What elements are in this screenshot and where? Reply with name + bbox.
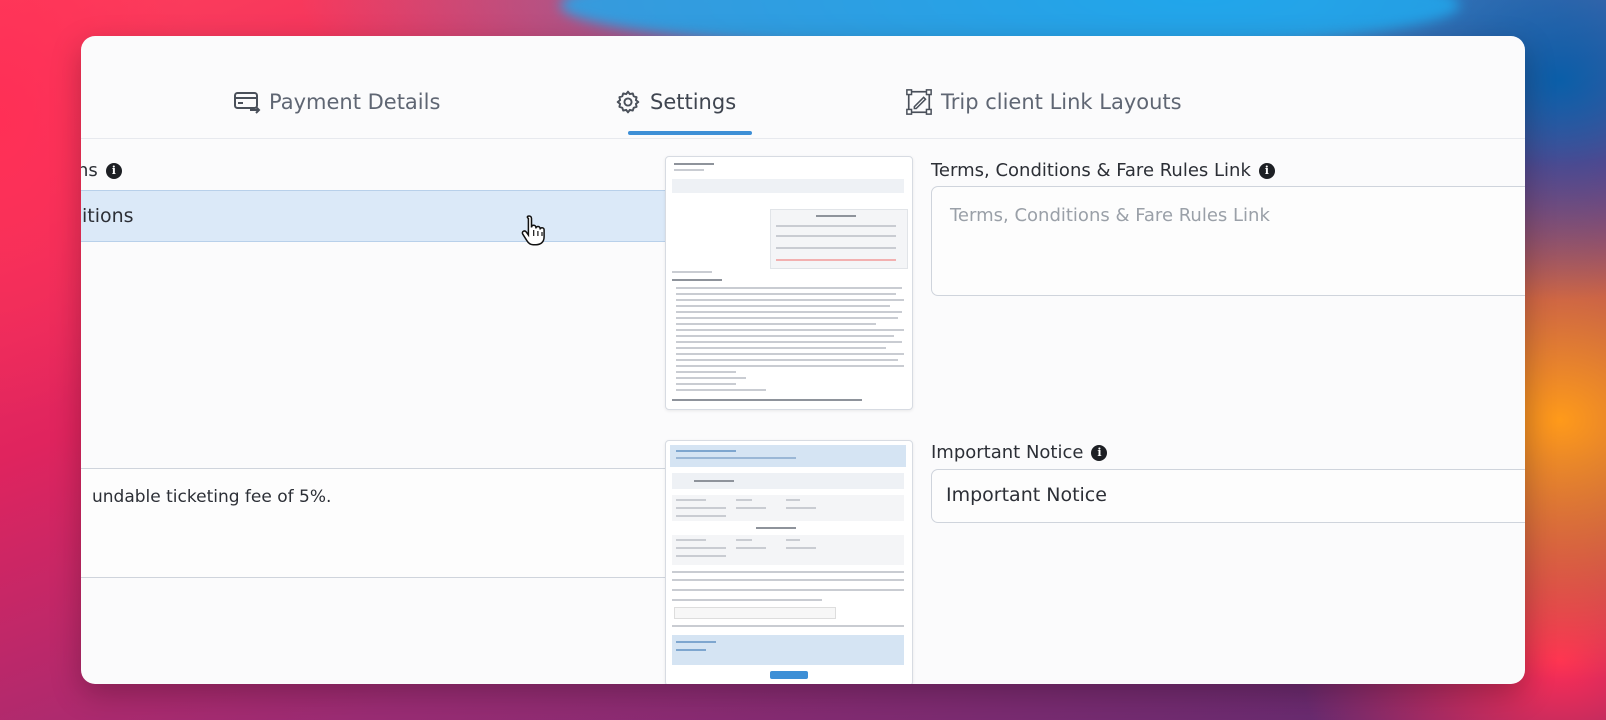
- tab-settings[interactable]: Settings: [614, 88, 736, 116]
- info-icon[interactable]: i: [105, 162, 122, 179]
- settings-card: Payment Details Settings Trip client Lin…: [81, 36, 1525, 684]
- tab-trip-client-link-layouts[interactable]: Trip client Link Layouts: [905, 88, 1182, 116]
- important-notice-label: Important Notice i: [931, 442, 1108, 463]
- card-transfer-icon: [233, 88, 261, 116]
- important-notice-value: Important Notice: [946, 484, 1107, 506]
- tab-bar: Payment Details Settings Trip client Lin…: [81, 36, 1525, 139]
- tab-label: Settings: [650, 90, 737, 114]
- tab-label: Payment Details: [269, 90, 441, 114]
- terms-link-input[interactable]: Terms, Conditions & Fare Rules Link: [931, 186, 1525, 296]
- important-notice-input[interactable]: Important Notice: [931, 469, 1525, 523]
- layout-edit-icon: [905, 88, 933, 116]
- select-value: itions: [82, 205, 134, 227]
- textarea-value: undable ticketing fee of 5%.: [92, 487, 332, 507]
- gear-icon: [614, 88, 642, 116]
- select-field-label: ns i: [81, 160, 122, 181]
- fee-notice-textarea[interactable]: undable ticketing fee of 5%.: [81, 468, 727, 578]
- itinerary-layout-preview[interactable]: [665, 440, 913, 684]
- tab-label: Trip client Link Layouts: [941, 90, 1182, 114]
- terms-layout-preview[interactable]: [665, 156, 913, 410]
- info-icon[interactable]: i: [1258, 162, 1275, 179]
- tab-payment-details[interactable]: Payment Details: [233, 88, 440, 116]
- terms-link-label: Terms, Conditions & Fare Rules Link i: [931, 160, 1275, 181]
- hand-cursor-icon: [521, 215, 545, 246]
- active-tab-indicator: [628, 131, 752, 135]
- conditions-select[interactable]: itions: [81, 190, 727, 242]
- info-icon[interactable]: i: [1091, 444, 1108, 461]
- terms-link-placeholder: Terms, Conditions & Fare Rules Link: [950, 205, 1270, 226]
